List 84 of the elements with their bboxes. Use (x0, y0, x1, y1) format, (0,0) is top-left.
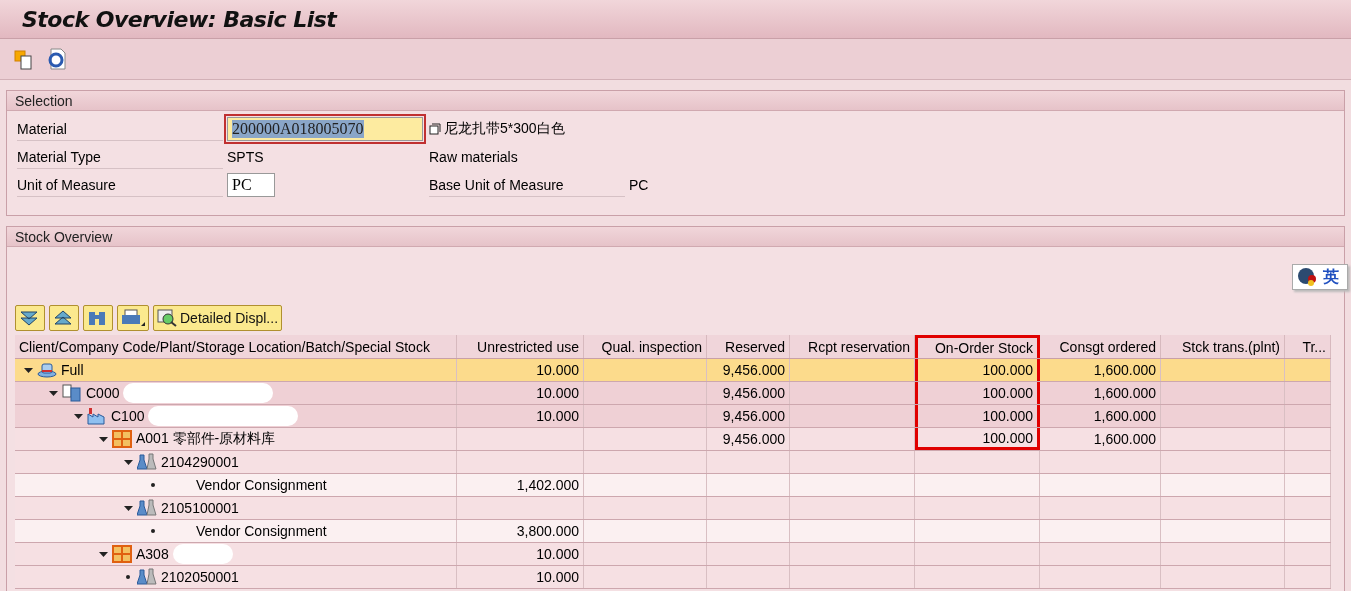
ime-label: 英 (1323, 266, 1339, 287)
table-row[interactable]: Vendor Consignment 1,402.000 (15, 474, 1331, 497)
column-header[interactable]: Reserved (707, 335, 790, 358)
window-title: Stock Overview: Basic List (22, 6, 337, 32)
table-cell: 1,402.000 (457, 474, 584, 496)
material-field[interactable]: 200000A018005070 (227, 117, 423, 141)
tree-node-label: A308 (136, 546, 169, 562)
table-row[interactable]: 2105100001 (15, 497, 1331, 520)
tree-node-label: Full (61, 362, 84, 378)
table-cell: 9,456.000 (707, 382, 790, 404)
field-label: Material (17, 117, 223, 141)
table-cell: 9,456.000 (707, 359, 790, 381)
table-cell: 1,600.000 (1040, 359, 1161, 381)
material-type-description: Raw materials (429, 149, 519, 165)
shelf-icon (112, 545, 132, 563)
expand-caret-icon[interactable] (98, 551, 108, 557)
table-cell: 1,600.000 (1040, 382, 1161, 404)
column-header[interactable]: Stck trans.(plnt) (1161, 335, 1285, 358)
table-row[interactable]: Full 10.000 9,456.000 100.000 1,600.000 (15, 359, 1331, 382)
panel-title: Stock Overview (15, 228, 113, 245)
expand-caret-icon[interactable] (48, 390, 58, 396)
find-button[interactable] (83, 305, 113, 331)
column-header[interactable]: Client/Company Code/Plant/Storage Location/Batch/Special Stock (15, 335, 457, 358)
field-label: Unit of Measure (17, 173, 223, 197)
table-row[interactable]: A001 零部件-原材料库 9,456.000 100.000 1,600.000 (15, 428, 1331, 451)
magnifier-icon (157, 309, 177, 327)
expand-caret-icon[interactable] (73, 413, 83, 419)
copy-icon[interactable] (429, 123, 441, 135)
expand-all-icon (19, 309, 39, 327)
column-header[interactable]: Tr... (1285, 335, 1331, 358)
table-cell: 9,456.000 (707, 405, 790, 427)
expand-caret-icon[interactable] (123, 459, 133, 465)
column-header[interactable]: Unrestricted use (457, 335, 584, 358)
table-cell: 10.000 (457, 405, 584, 427)
table-cell: 3,800.000 (457, 520, 584, 542)
tree-node-label: Vendor Consignment (196, 477, 327, 493)
flask-icon (137, 568, 157, 586)
table-row[interactable]: 2102050001 10.000 (15, 566, 1331, 589)
tree-node-label: 2104290001 (161, 454, 239, 470)
printer-icon (121, 309, 145, 327)
tree-node-label: 2105100001 (161, 500, 239, 516)
flask-icon (137, 499, 157, 517)
panel-title: Selection (15, 92, 73, 109)
field-label: Base Unit of Measure (429, 173, 625, 197)
tree-node-label: A001 零部件-原材料库 (136, 430, 276, 448)
table-row[interactable]: 2104290001 (15, 451, 1331, 474)
expand-caret-icon[interactable] (98, 436, 108, 442)
material-type-value: SPTS (227, 149, 265, 165)
collapse-button[interactable] (49, 305, 79, 331)
column-header[interactable]: Qual. inspection (584, 335, 707, 358)
tree-node-label: Vendor Consignment (196, 523, 327, 539)
column-header[interactable]: Consgt ordered (1040, 335, 1161, 358)
expand-caret-icon[interactable] (23, 367, 33, 373)
print-button[interactable] (117, 305, 149, 331)
globe-icon (1297, 267, 1317, 287)
table-cell: 1,600.000 (1040, 405, 1161, 427)
tree-node-label: C000 (86, 385, 120, 401)
expand-caret-icon[interactable] (123, 505, 133, 511)
expand-button[interactable] (15, 305, 45, 331)
table-row[interactable]: C100 10.000 9,456.000 100.000 1,600.000 (15, 405, 1331, 428)
table-cell: 10.000 (457, 382, 584, 404)
flask-icon (137, 453, 157, 471)
tree-node-label: 2102050001 (161, 569, 239, 585)
field-label: Material Type (17, 145, 223, 169)
shelf-icon (112, 430, 132, 448)
collapse-all-icon (53, 309, 73, 327)
table-row[interactable]: Vendor Consignment 3,800.000 (15, 520, 1331, 543)
table-cell: 10.000 (457, 543, 584, 565)
base-unit-value: PC (629, 177, 650, 193)
table-row[interactable]: C000 10.000 9,456.000 100.000 1,600.000 (15, 382, 1331, 405)
table-cell: 10.000 (457, 359, 584, 381)
table-row[interactable]: A308 10.000 (15, 543, 1331, 566)
material-description: 尼龙扎带5*300白色 (444, 120, 565, 138)
table-cell: 9,456.000 (707, 428, 790, 450)
table-cell: 10.000 (457, 566, 584, 588)
factory-icon (87, 407, 107, 425)
column-header[interactable]: Rcpt reservation (790, 335, 915, 358)
building-icon (62, 384, 82, 402)
detail-button[interactable]: Detailed Displ... (153, 305, 283, 331)
tree-node-label: C100 (111, 408, 145, 424)
hat-icon (37, 362, 57, 378)
ime-badge[interactable]: 英 (1292, 264, 1348, 290)
unit-field[interactable]: PC (227, 173, 275, 197)
table-cell: 1,600.000 (1040, 428, 1161, 450)
